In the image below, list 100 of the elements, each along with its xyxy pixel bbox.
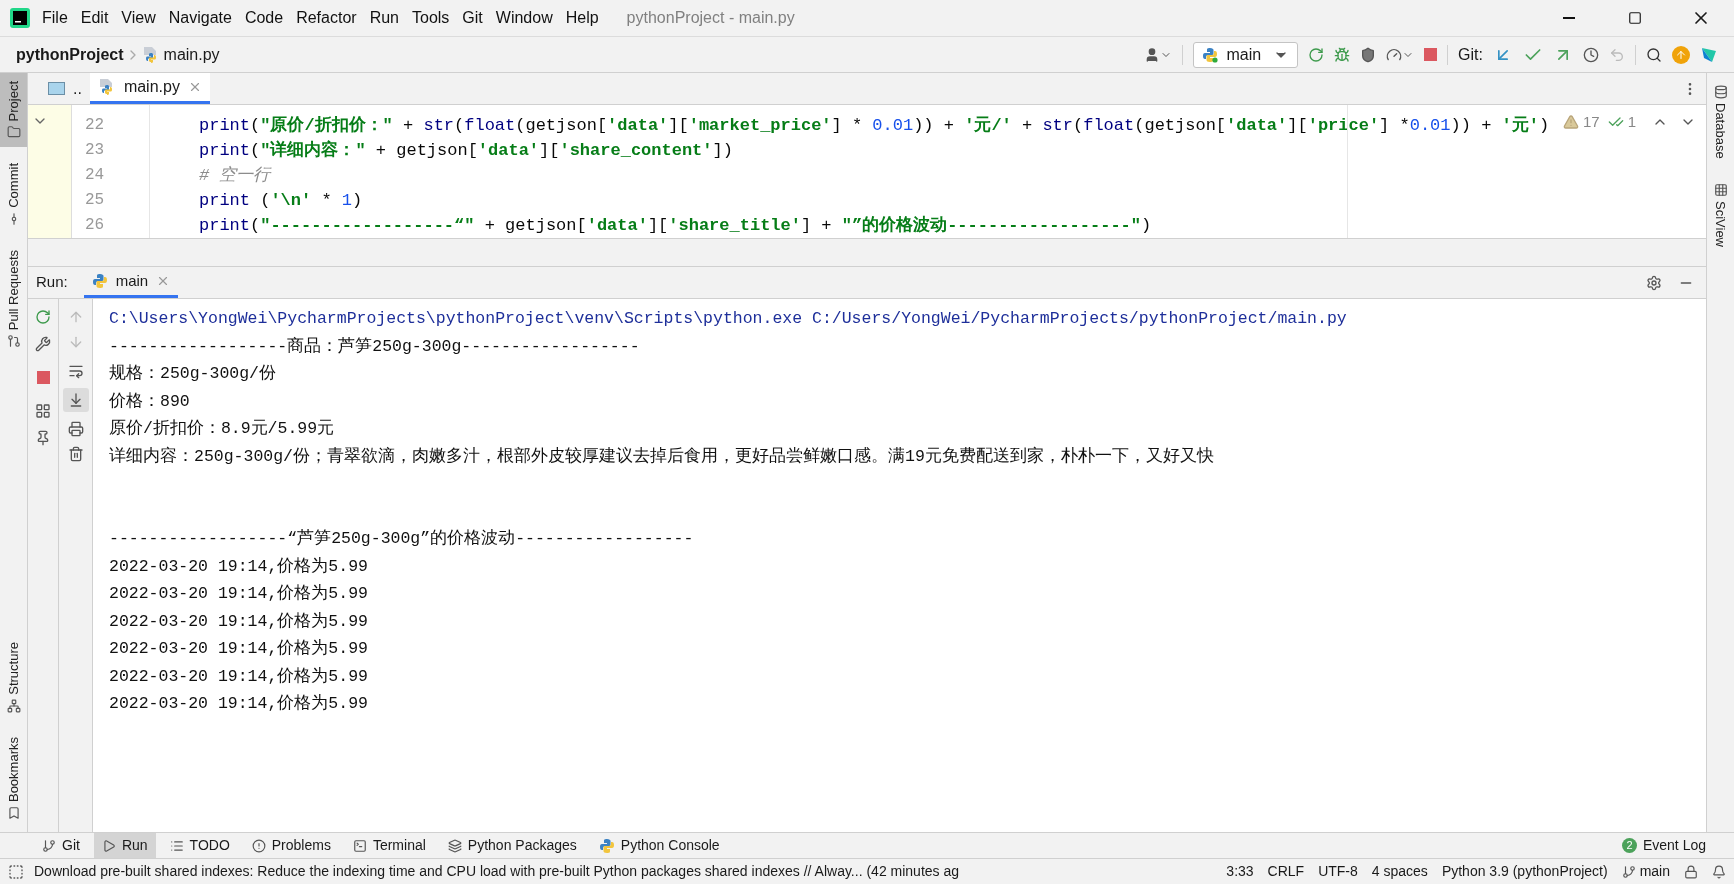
branch-icon [42,838,56,853]
toolbox-logo[interactable] [1700,45,1718,64]
menu-item[interactable]: View [121,6,156,30]
info-icon [251,838,266,853]
menu-item[interactable]: Refactor [296,6,357,30]
print-icon[interactable] [67,421,84,437]
tool-window-tab[interactable]: Python Console [590,833,728,858]
menu-item[interactable]: Run [369,6,399,30]
notifications-icon[interactable] [1712,864,1726,879]
menu-item[interactable]: File [42,6,68,30]
status-item[interactable]: CRLF [1267,861,1305,882]
status-message[interactable]: Download pre-built shared indexes: Reduce the indexing time and CPU load with pre-built Python packages shared indexes // Alway... (42 minutes ag [34,861,960,882]
tool-window-tab[interactable]: Python Packages [439,833,585,858]
status-item[interactable]: UTF-8 [1318,861,1358,882]
typo-count[interactable]: 1 [1607,111,1636,134]
run-label: Run: [36,272,68,293]
code-line: print ('\n' * 1) [198,190,363,212]
tool-window-tab[interactable]: Pull Requests [0,242,27,357]
coverage-icon[interactable] [1360,46,1377,63]
tool-window-tab[interactable]: TODO [161,833,238,858]
status-item[interactable]: Python 3.9 (pythonProject) [1441,861,1608,882]
layout-icon[interactable] [35,403,51,419]
rerun-icon[interactable] [35,309,51,325]
python-icon [598,837,615,854]
notification-count: 2 [1621,838,1637,853]
terminal-icon [352,838,367,853]
console-line: 2022-03-20 19:14,价格为5.99 [109,555,369,578]
code-line: print("详细内容：" + getjson['data']['share_content']) [198,139,733,162]
editor-tab[interactable]: main.py [89,73,210,104]
warning-icon [1562,114,1579,131]
console-line: 2022-03-20 19:14,价格为5.99 [109,693,369,715]
soft-wrap-icon[interactable] [67,363,84,379]
line-number: 23 [84,140,106,161]
menu-item[interactable]: Window [495,6,553,30]
menu-item[interactable]: Edit [80,6,109,30]
layers-icon [447,838,462,853]
debug-icon[interactable] [1334,46,1351,63]
tool-window-tab[interactable]: Git [34,833,88,858]
tool-window-tab[interactable]: Problems [243,833,339,858]
app-logo [10,8,30,28]
line-number: 26 [84,215,106,236]
menu-item[interactable]: Tools [412,6,450,30]
search-icon[interactable] [1646,46,1662,63]
python-icon [91,273,108,289]
code-line: print("原价/折扣价：" + str(float(getjson['data']['market_price'] * 0.01)) + '元/' + str(float(getjson['data']['price'] *0.01)) + '元') [198,115,1550,137]
status-item[interactable]: 3:33 [1226,861,1254,882]
tool-window-tab[interactable]: Bookmarks [0,728,27,828]
list-icon [169,838,184,853]
tool-window-tab[interactable]: Structure [0,634,27,721]
trash-icon[interactable] [67,446,84,462]
menu-item[interactable]: Git [462,6,483,30]
console-line: C:\Users\YongWei\PycharmProjects\pythonProject\venv\Scripts\python.exe C:/Users/YongWei/PycharmProjects/pythonProject/main.py [109,308,1348,330]
window-icon [48,82,65,95]
code-line: # 空一行 [198,165,271,187]
line-number: 25 [84,190,106,211]
event-log-button[interactable]: 2 Event Log [1621,833,1706,858]
git-label: Git: [1458,44,1483,65]
tool-window-tab[interactable]: Database [1707,77,1734,167]
console-line: ------------------“芦笋250g-300g”的价格波动------------------ [109,528,695,550]
console-line: 2022-03-20 19:14,价格为5.99 [109,665,369,688]
tool-window-tab[interactable]: Run [93,833,156,858]
branch-icon [1621,864,1636,879]
account-button[interactable] [1144,46,1173,63]
gauge-icon [1386,46,1403,63]
console-line: 2022-03-20 19:14,价格为5.99 [109,583,369,605]
minimize-icon [1563,17,1575,19]
console-line: 详细内容：250g-300g/份；青翠欲滴，肉嫩多汁，根部外皮较厚建议去掉后食用，更好品尝鲜嫩口感。满19元免费配送到家，朴朴一下，又好又快 [109,445,1215,468]
panel-toggle-icon[interactable] [8,863,24,880]
stop-icon[interactable] [1424,48,1438,61]
rerun-icon[interactable] [1308,46,1325,63]
tool-window-tab[interactable]: Commit [0,155,27,235]
tool-window-tab[interactable]: SciView [1707,174,1734,255]
tool-window-tab[interactable]: Terminal [344,833,434,858]
code-line: print("------------------“" + getjson['data']['share_title'] + "”的价格波动------------------") [198,214,1152,237]
wrench-icon[interactable] [35,336,51,352]
stop-icon[interactable] [36,371,50,384]
status-item[interactable]: 4 spaces [1371,861,1428,882]
menu-item[interactable]: Navigate [168,6,232,30]
branch-widget[interactable]: main [1621,861,1670,882]
tool-window-tab[interactable]: Project [0,73,27,148]
line-number: 24 [84,165,106,186]
history-icon[interactable] [1583,46,1599,63]
play-icon [101,838,116,853]
scroll-to-end-button[interactable] [62,388,89,412]
breadcrumb-project[interactable]: pythonProject [16,42,124,67]
arrow-up-icon [1675,48,1687,61]
lock-icon[interactable] [1684,864,1698,879]
line-number: 22 [84,115,106,136]
profile-button[interactable] [1386,46,1415,63]
settings-icon[interactable] [1646,274,1662,291]
maximize-icon [1628,11,1642,25]
breadcrumb-file[interactable]: main.py [163,42,220,67]
pin-icon[interactable] [35,430,51,446]
menu-item[interactable]: Help [565,6,599,30]
console-line: ------------------商品：芦笋250g-300g------------------ [109,335,641,358]
editor-tab[interactable]: .. [40,73,90,104]
menu-item[interactable]: Code [244,6,284,30]
run-config-dropdown[interactable]: main [1193,41,1299,68]
console-line: 原价/折扣价：8.9元/5.99元 [109,418,336,440]
warning-count[interactable]: 17 [1562,111,1600,134]
